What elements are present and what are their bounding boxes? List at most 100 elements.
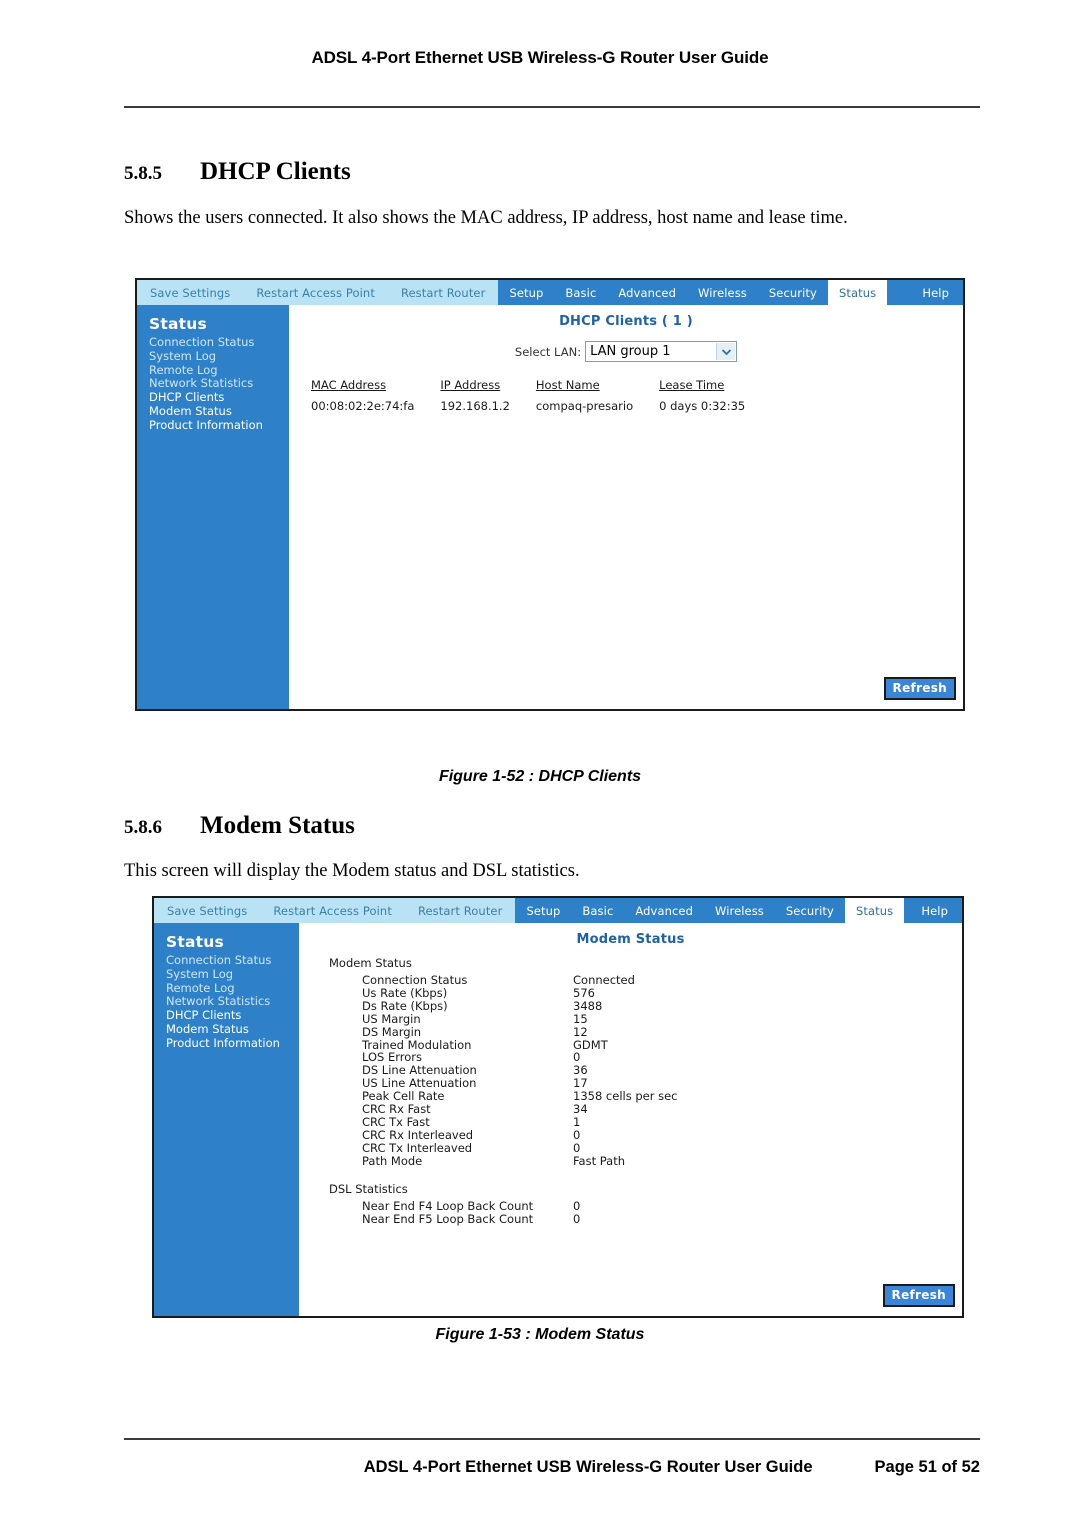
sidebar-item-network-statistics[interactable]: Network Statistics <box>166 995 299 1009</box>
nav-tab-security[interactable]: Security <box>775 898 845 923</box>
status-value: 0 <box>573 1127 581 1142</box>
nav-save-settings[interactable]: Save Settings <box>154 904 260 918</box>
status-value: 3488 <box>573 998 603 1013</box>
status-row: Us Rate (Kbps) 576 <box>362 987 962 1000</box>
status-row: Path Mode Fast Path <box>362 1154 962 1168</box>
refresh-button[interactable]: Refresh <box>882 1284 955 1307</box>
nav-tab-help[interactable]: Help <box>908 280 963 305</box>
nav-tab-status[interactable]: Status <box>827 280 888 305</box>
figure-caption-modem-status: Figure 1-53 : Modem Status <box>435 1326 645 1343</box>
status-row: Trained Modulation GDMT <box>362 1038 962 1052</box>
nav-tab-help[interactable]: Help <box>907 898 962 923</box>
table-header-row: MAC Address IP Address Host Name Lease T… <box>311 378 771 399</box>
sidebar-item-connection-status[interactable]: Connection Status <box>166 953 299 968</box>
figure-caption-dhcp-clients: Figure 1-52 : DHCP Clients <box>438 768 642 785</box>
nav-tab-basic[interactable]: Basic <box>554 280 607 305</box>
navbar-right-group: Setup Basic Advanced Wireless Security S… <box>498 280 963 305</box>
select-lan-row: Select LAN: LAN group 1 <box>289 341 963 362</box>
status-key: Us Rate (Kbps) <box>362 985 448 1000</box>
section-title: Modem Status <box>200 812 355 839</box>
status-row: DS Margin 12 <box>362 1024 962 1039</box>
status-value: 1358 cells per sec <box>573 1089 678 1104</box>
status-row: CRC Tx Fast 1 <box>362 1116 962 1129</box>
nav-restart-access-point[interactable]: Restart Access Point <box>243 286 388 300</box>
status-key: Near End F4 Loop Back Count <box>362 1198 534 1213</box>
chevron-down-icon[interactable] <box>716 343 736 360</box>
status-key: US Margin <box>362 1011 421 1026</box>
status-value: 0 <box>573 1211 581 1226</box>
router-sidebar-dhcp: Status Connection Status System Log Remo… <box>137 305 289 709</box>
nav-tab-security[interactable]: Security <box>758 280 828 305</box>
sidebar-item-dhcp-clients[interactable]: DHCP Clients <box>149 390 289 405</box>
footer-page-number: Page 51 of 52 <box>874 1458 980 1476</box>
router-content-modem: Modem Status Modem Status Connection Sta… <box>299 923 962 1316</box>
nav-restart-router[interactable]: Restart Router <box>388 286 499 300</box>
nav-tab-basic[interactable]: Basic <box>571 898 624 923</box>
column-lease-time: Lease Time <box>659 378 725 392</box>
nav-tab-status[interactable]: Status <box>844 898 905 923</box>
status-value: 0 <box>573 1140 581 1155</box>
router-navbar-modem: Save Settings Restart Access Point Resta… <box>154 898 962 923</box>
page-footer: ADSL 4-Port Ethernet USB Wireless-G Rout… <box>124 1458 980 1477</box>
nav-tab-wireless[interactable]: Wireless <box>687 280 758 305</box>
sidebar-item-modem-status[interactable]: Modem Status <box>149 404 289 419</box>
nav-tab-advanced[interactable]: Advanced <box>607 280 687 305</box>
status-row: US Margin 15 <box>362 1011 962 1026</box>
nav-restart-router[interactable]: Restart Router <box>405 904 516 918</box>
status-value: 12 <box>573 1024 588 1039</box>
screenshot-dhcp-clients: Save Settings Restart Access Point Resta… <box>135 278 965 711</box>
sidebar-item-dhcp-clients[interactable]: DHCP Clients <box>166 1008 299 1023</box>
sidebar-item-product-information[interactable]: Product Information <box>149 418 289 433</box>
cell-host-name: compaq-presario <box>535 399 634 413</box>
footer-divider <box>124 1438 980 1440</box>
section-body-dhcp-clients: Shows the users connected. It also shows… <box>124 208 848 228</box>
navbar-left-group: Save Settings Restart Access Point Resta… <box>137 280 499 305</box>
status-key: Connection Status <box>362 973 468 987</box>
select-lan-value: LAN group 1 <box>590 344 671 359</box>
status-row: Connection Status Connected <box>362 974 962 987</box>
page-header-title: ADSL 4-Port Ethernet USB Wireless-G Rout… <box>311 48 769 67</box>
status-key: CRC Tx Fast <box>362 1114 430 1129</box>
sidebar-item-remote-log[interactable]: Remote Log <box>166 981 299 996</box>
nav-tab-setup[interactable]: Setup <box>515 898 571 923</box>
nav-tab-setup[interactable]: Setup <box>498 280 554 305</box>
column-ip-address: IP Address <box>440 378 501 392</box>
table-row: 00:08:02:2e:74:fa 192.168.1.2 compaq-pre… <box>311 399 771 413</box>
sidebar-item-system-log[interactable]: System Log <box>149 349 289 364</box>
status-key: CRC Tx Interleaved <box>362 1140 473 1155</box>
section-heading-dhcp-clients: 5.8.5 DHCP Clients <box>124 158 351 186</box>
sidebar-item-modem-status[interactable]: Modem Status <box>166 1022 299 1037</box>
sidebar-item-system-log[interactable]: System Log <box>166 967 299 982</box>
nav-save-settings[interactable]: Save Settings <box>137 286 243 300</box>
header-divider <box>124 106 980 108</box>
nav-restart-access-point[interactable]: Restart Access Point <box>260 904 405 918</box>
modem-status-group: Modem Status Connection Status Connected … <box>329 956 962 1168</box>
sidebar-item-connection-status[interactable]: Connection Status <box>149 335 289 350</box>
group-label-modem-status: Modem Status <box>329 956 412 970</box>
status-key: DS Margin <box>362 1024 422 1039</box>
panel-title-modem-status: Modem Status <box>576 932 685 947</box>
column-host-name: Host Name <box>535 378 600 392</box>
router-navbar-dhcp: Save Settings Restart Access Point Resta… <box>137 280 963 305</box>
status-row: Peak Cell Rate 1358 cells per sec <box>362 1090 962 1103</box>
sidebar-item-product-information[interactable]: Product Information <box>166 1036 299 1051</box>
panel-title-dhcp-clients: DHCP Clients ( 1 ) <box>559 314 693 329</box>
status-value: 576 <box>573 985 595 1000</box>
nav-tab-advanced[interactable]: Advanced <box>624 898 704 923</box>
status-key: CRC Rx Interleaved <box>362 1127 474 1142</box>
sidebar-item-remote-log[interactable]: Remote Log <box>149 363 289 378</box>
group-label-dsl-statistics: DSL Statistics <box>329 1181 408 1196</box>
select-lan-dropdown[interactable]: LAN group 1 <box>585 341 738 362</box>
section-title: DHCP Clients <box>200 158 351 185</box>
status-row: Near End F4 Loop Back Count 0 <box>362 1198 962 1213</box>
cell-lease-time: 0 days 0:32:35 <box>659 399 746 413</box>
navbar-right-group: Setup Basic Advanced Wireless Security S… <box>515 898 962 923</box>
refresh-button[interactable]: Refresh <box>883 677 956 700</box>
sidebar-item-network-statistics[interactable]: Network Statistics <box>149 377 289 391</box>
footer-title: ADSL 4-Port Ethernet USB Wireless-G Rout… <box>363 1458 813 1476</box>
sidebar-title: Status <box>166 933 224 951</box>
status-row: CRC Tx Interleaved 0 <box>362 1140 962 1155</box>
nav-tab-wireless[interactable]: Wireless <box>704 898 775 923</box>
status-value: 0 <box>573 1198 581 1213</box>
status-row: Ds Rate (Kbps) 3488 <box>362 998 962 1013</box>
